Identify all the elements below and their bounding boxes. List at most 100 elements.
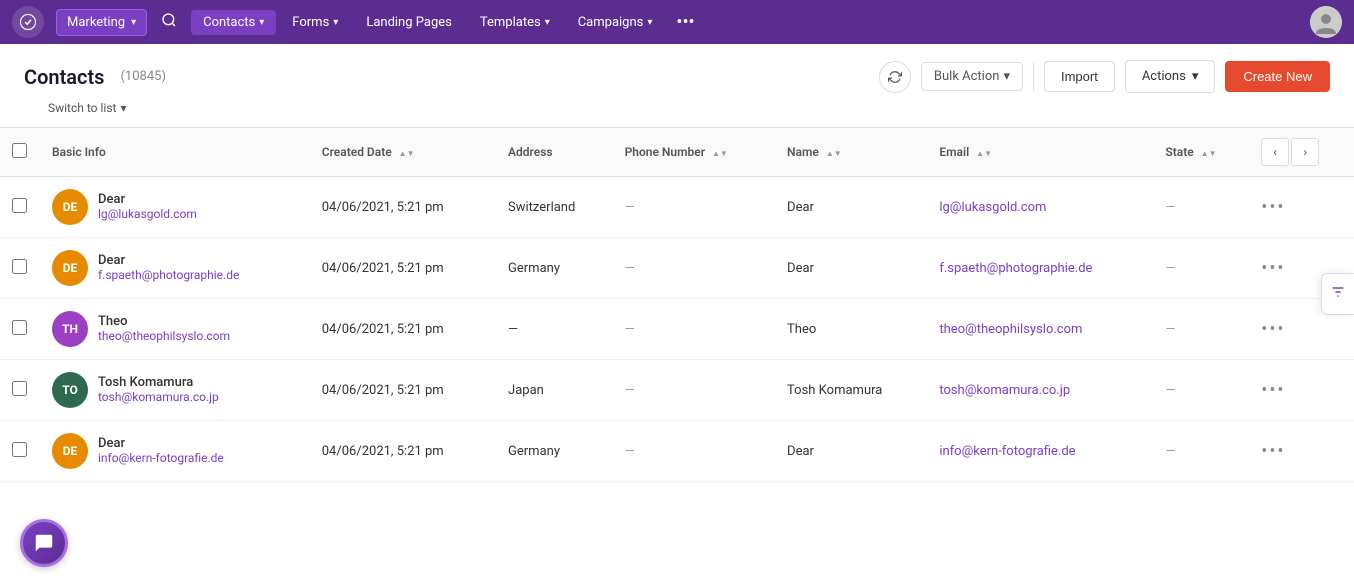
contact-name: Dear <box>98 253 239 268</box>
user-avatar[interactable] <box>1310 6 1342 38</box>
phone-cell: — <box>613 299 775 360</box>
state-cell: — <box>1153 360 1249 421</box>
next-page-button[interactable]: › <box>1291 138 1319 166</box>
row-context-menu-button[interactable]: ••• <box>1261 380 1285 401</box>
import-button[interactable]: Import <box>1044 61 1115 92</box>
name-cell: Theo <box>775 299 927 360</box>
table-row: DE Dear f.spaeth@photographie.de 04/06/2… <box>0 238 1354 299</box>
contact-email-link[interactable]: theo@theophilsyslo.com <box>939 322 1082 337</box>
more-nav-button[interactable]: ••• <box>668 8 702 37</box>
phone-sort-icon[interactable]: ▲▼ <box>712 149 728 158</box>
col-state: State ▲▼ <box>1153 128 1249 177</box>
phone-cell: — <box>613 421 775 482</box>
select-all-checkbox-col <box>0 128 40 177</box>
table-header-row: Basic Info Created Date ▲▼ Address Phone… <box>0 128 1354 177</box>
contact-avatar: TH <box>52 311 88 347</box>
row-checkbox[interactable] <box>12 442 27 457</box>
contacts-count: (10845) <box>120 69 166 84</box>
row-context-menu-button[interactable]: ••• <box>1261 441 1285 462</box>
actions-chevron-icon: ▾ <box>1192 69 1199 84</box>
contact-avatar: DE <box>52 250 88 286</box>
row-context-menu-button[interactable]: ••• <box>1261 319 1285 340</box>
created-date-cell: 04/06/2021, 5:21 pm <box>310 299 496 360</box>
created-date-cell: 04/06/2021, 5:21 pm <box>310 238 496 299</box>
created-date-sort-icon[interactable]: ▲▼ <box>399 149 415 158</box>
refresh-button[interactable] <box>879 61 911 93</box>
created-date-cell: 04/06/2021, 5:21 pm <box>310 360 496 421</box>
table-row: DE Dear info@kern-fotografie.de 04/06/20… <box>0 421 1354 482</box>
email-cell: f.spaeth@photographie.de <box>927 238 1153 299</box>
col-email: Email ▲▼ <box>927 128 1153 177</box>
contact-email-link[interactable]: f.spaeth@photographie.de <box>939 261 1092 276</box>
row-menu-cell: ••• <box>1249 421 1354 482</box>
email-cell: tosh@komamura.co.jp <box>927 360 1153 421</box>
prev-page-button[interactable]: ‹ <box>1261 138 1289 166</box>
marketing-dropdown[interactable]: Marketing ▾ <box>56 9 147 36</box>
email-cell: lg@lukasgold.com <box>927 177 1153 238</box>
search-button[interactable] <box>151 6 187 38</box>
page-title: Contacts <box>24 65 104 89</box>
landing-pages-nav-item[interactable]: Landing Pages <box>354 10 464 35</box>
row-context-menu-button[interactable]: ••• <box>1261 258 1285 279</box>
campaigns-nav-item[interactable]: Campaigns ▾ <box>566 10 665 35</box>
contact-email-sub[interactable]: info@kern-fotografie.de <box>98 451 224 465</box>
select-all-checkbox[interactable] <box>12 143 27 158</box>
campaigns-chevron-icon: ▾ <box>647 17 652 28</box>
switch-list-chevron-icon: ▾ <box>120 101 126 115</box>
basic-info-cell: TH Theo theo@theophilsyslo.com <box>40 299 310 360</box>
contact-email-sub[interactable]: f.spaeth@photographie.de <box>98 268 239 282</box>
row-checkbox[interactable] <box>12 259 27 274</box>
row-checkbox[interactable] <box>12 381 27 396</box>
col-basic-info: Basic Info <box>40 128 310 177</box>
contact-info: Dear info@kern-fotografie.de <box>98 436 224 466</box>
contacts-table: Basic Info Created Date ▲▼ Address Phone… <box>0 127 1354 482</box>
contact-email-link[interactable]: info@kern-fotografie.de <box>939 444 1075 459</box>
forms-nav-item[interactable]: Forms ▾ <box>280 10 350 35</box>
row-checkbox[interactable] <box>12 320 27 335</box>
contact-email-link[interactable]: tosh@komamura.co.jp <box>939 383 1070 398</box>
email-sort-icon[interactable]: ▲▼ <box>976 149 992 158</box>
row-context-menu-button[interactable]: ••• <box>1261 197 1285 218</box>
email-cell: info@kern-fotografie.de <box>927 421 1153 482</box>
phone-cell: — <box>613 177 775 238</box>
created-date-cell: 04/06/2021, 5:21 pm <box>310 177 496 238</box>
contact-email-link[interactable]: lg@lukasgold.com <box>939 200 1046 215</box>
name-sort-icon[interactable]: ▲▼ <box>826 149 842 158</box>
row-menu-cell: ••• <box>1249 360 1354 421</box>
table-pagination-nav: ‹ › <box>1261 138 1342 166</box>
row-checkbox[interactable] <box>12 198 27 213</box>
address-cell: — <box>496 299 613 360</box>
contact-email-sub[interactable]: tosh@komamura.co.jp <box>98 390 219 404</box>
app-logo[interactable] <box>12 6 44 38</box>
contact-email-sub[interactable]: lg@lukasgold.com <box>98 207 197 221</box>
row-checkbox-cell <box>0 360 40 421</box>
marketing-chevron-icon: ▾ <box>131 17 136 28</box>
basic-info-cell: DE Dear info@kern-fotografie.de <box>40 421 310 482</box>
contact-name: Dear <box>98 436 224 451</box>
page-header: Contacts (10845) Bulk Action ▾ Import Ac… <box>0 44 1354 101</box>
create-new-button[interactable]: Create New <box>1225 61 1330 92</box>
col-created-date: Created Date ▲▼ <box>310 128 496 177</box>
templates-nav-item[interactable]: Templates ▾ <box>468 10 562 35</box>
chat-fab-button[interactable] <box>20 519 68 567</box>
actions-button[interactable]: Actions ▾ <box>1125 60 1216 93</box>
switch-to-list[interactable]: Switch to list ▾ <box>24 101 1330 127</box>
forms-chevron-icon: ▾ <box>333 17 338 28</box>
row-checkbox-cell <box>0 238 40 299</box>
name-cell: Dear <box>775 238 927 299</box>
name-cell: Dear <box>775 177 927 238</box>
col-address: Address <box>496 128 613 177</box>
address-cell: Japan <box>496 360 613 421</box>
contact-email-sub[interactable]: theo@theophilsyslo.com <box>98 329 230 343</box>
table-row: TH Theo theo@theophilsyslo.com 04/06/202… <box>0 299 1354 360</box>
bulk-action-container: Bulk Action ▾ <box>921 62 1023 91</box>
name-cell: Tosh Komamura <box>775 360 927 421</box>
top-navigation: Marketing ▾ Contacts ▾ Forms ▾ Landing P… <box>0 0 1354 44</box>
bulk-action-button[interactable]: Bulk Action ▾ <box>921 62 1023 91</box>
contacts-nav-item[interactable]: Contacts ▾ <box>191 10 276 35</box>
state-sort-icon[interactable]: ▲▼ <box>1201 149 1217 158</box>
filter-fab-button[interactable] <box>1321 273 1354 315</box>
state-cell: — <box>1153 238 1249 299</box>
contact-info: Dear lg@lukasgold.com <box>98 192 197 222</box>
contact-info: Dear f.spaeth@photographie.de <box>98 253 239 283</box>
